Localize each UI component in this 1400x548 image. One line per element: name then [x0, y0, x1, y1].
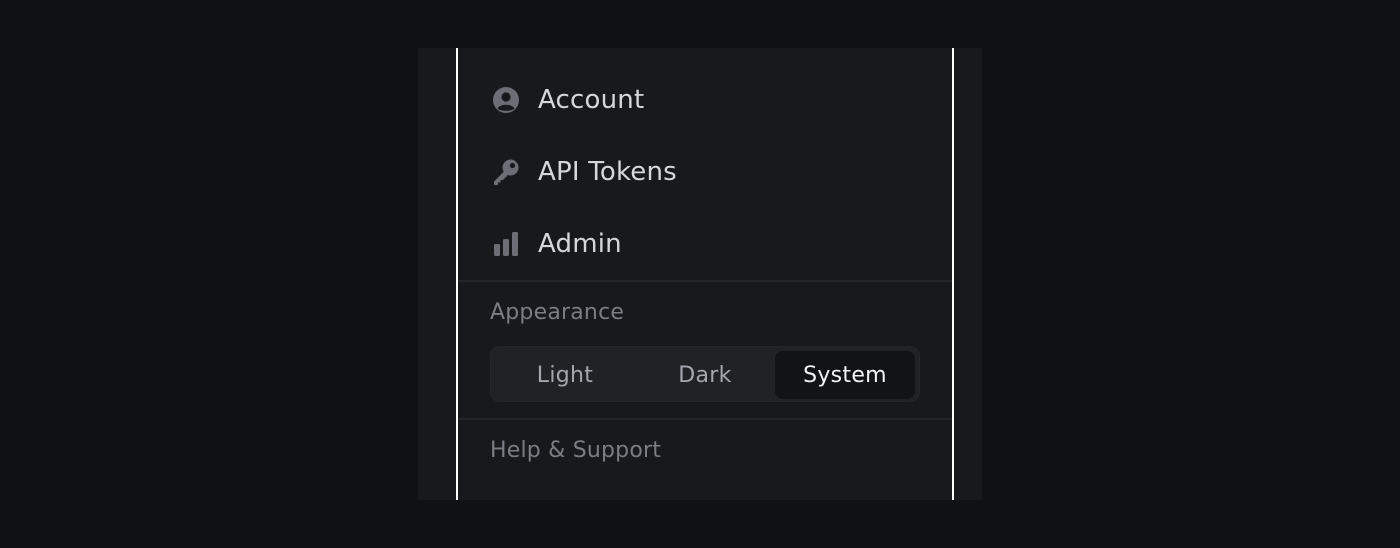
menu-item-api-tokens[interactable]: API Tokens [458, 142, 952, 202]
menu-divider [458, 280, 952, 282]
key-icon [490, 156, 522, 188]
appearance-heading: Appearance [490, 300, 625, 325]
menu-divider [458, 418, 952, 420]
user-menu-panel: Account API Tokens Admin Appearance Ligh… [456, 48, 954, 500]
menu-item-account-label: Account [538, 85, 645, 115]
appearance-option-light[interactable]: Light [495, 351, 635, 399]
menu-item-admin[interactable]: Admin [458, 214, 952, 274]
menu-item-api-tokens-label: API Tokens [538, 157, 677, 187]
help-support-link[interactable]: Help & Support [490, 438, 661, 463]
appearance-toggle: Light Dark System [490, 346, 920, 402]
menu-item-account[interactable]: Account [458, 70, 952, 130]
appearance-option-system[interactable]: System [775, 351, 915, 399]
bar-chart-icon [490, 228, 522, 260]
menu-item-admin-label: Admin [538, 229, 622, 259]
appearance-option-dark[interactable]: Dark [635, 351, 775, 399]
account-circle-icon [490, 84, 522, 116]
